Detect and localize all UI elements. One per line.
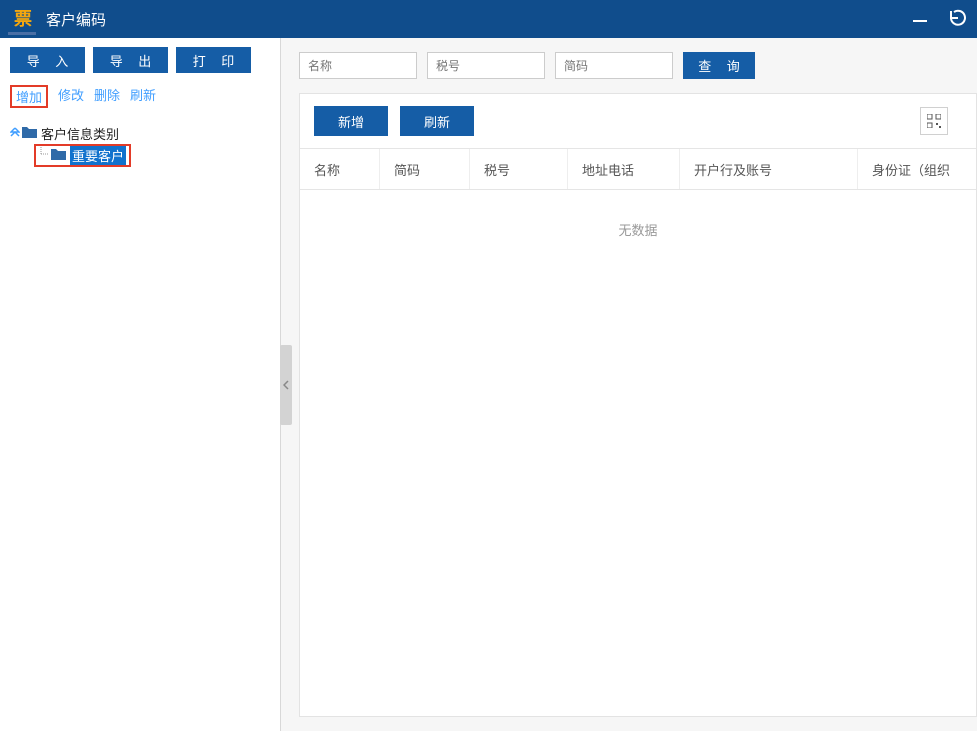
minimize-icon[interactable] [911, 9, 929, 30]
window-title: 客户编码 [46, 9, 911, 30]
splitter-handle[interactable] [280, 345, 292, 425]
code-input[interactable] [555, 52, 673, 79]
qr-button[interactable] [920, 107, 948, 135]
titlebar: 票 客户编码 [0, 0, 977, 38]
col-id[interactable]: 身份证（组织 [858, 149, 976, 189]
tree-connector [39, 147, 51, 164]
col-tax[interactable]: 税号 [470, 149, 568, 189]
left-panel: 导 入 导 出 打 印 增加 修改 删除 刷新 客户信息类别 [0, 38, 281, 731]
logo-text: 票 [8, 6, 36, 35]
left-toolbar: 导 入 导 出 打 印 [0, 38, 280, 81]
export-button[interactable]: 导 出 [93, 47, 168, 73]
col-name[interactable]: 名称 [300, 149, 380, 189]
tree-root-row[interactable]: 客户信息类别 [10, 122, 270, 144]
print-button[interactable]: 打 印 [176, 47, 251, 73]
table-empty: 无数据 [300, 190, 976, 716]
back-icon[interactable] [947, 7, 969, 32]
panel-toolbar: 新增 刷新 [300, 94, 976, 148]
search-row: 查 询 [299, 52, 977, 79]
folder-icon [51, 148, 67, 163]
col-bank[interactable]: 开户行及账号 [680, 149, 858, 189]
refresh-button[interactable]: 刷新 [400, 106, 474, 136]
chevron-left-icon [283, 380, 289, 390]
refresh-link[interactable]: 刷新 [130, 85, 156, 108]
add-link[interactable]: 增加 [10, 85, 48, 108]
table-header: 名称 简码 税号 地址电话 开户行及账号 身份证（组织 [300, 148, 976, 190]
right-panel: 查 询 新增 刷新 名称 简码 [281, 38, 977, 731]
edit-link[interactable]: 修改 [58, 85, 84, 108]
query-button[interactable]: 查 询 [683, 52, 755, 79]
tree: 客户信息类别 重要客户 [0, 112, 280, 176]
col-code[interactable]: 简码 [380, 149, 470, 189]
folder-icon [22, 126, 38, 141]
app-logo: 票 [8, 6, 36, 32]
tax-input[interactable] [427, 52, 545, 79]
collapse-icon[interactable] [10, 127, 20, 140]
qr-icon [927, 114, 941, 128]
col-addr[interactable]: 地址电话 [568, 149, 680, 189]
name-input[interactable] [299, 52, 417, 79]
tree-child-row[interactable]: 重要客户 [10, 144, 270, 166]
tree-child-label: 重要客户 [70, 146, 126, 165]
delete-link[interactable]: 删除 [94, 85, 120, 108]
link-row: 增加 修改 删除 刷新 [0, 81, 280, 112]
import-button[interactable]: 导 入 [10, 47, 85, 73]
content-panel: 新增 刷新 名称 简码 税号 地址电话 开户行及 [299, 93, 977, 717]
main-area: 导 入 导 出 打 印 增加 修改 删除 刷新 客户信息类别 [0, 38, 977, 731]
tree-root-label: 客户信息类别 [41, 124, 119, 143]
add-button[interactable]: 新增 [314, 106, 388, 136]
